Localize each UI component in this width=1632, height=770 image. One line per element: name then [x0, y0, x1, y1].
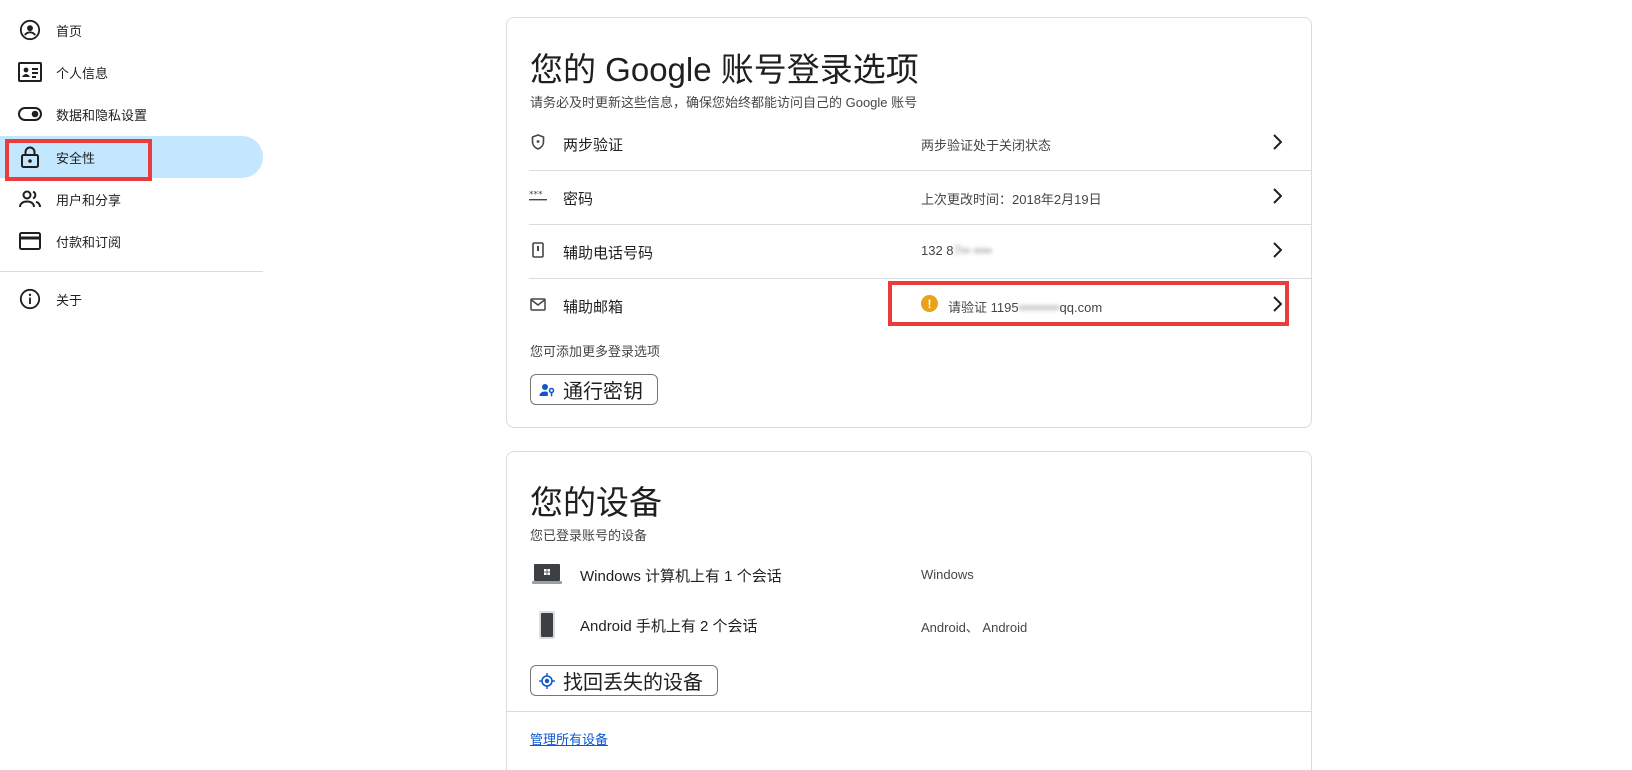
sidebar-item-about[interactable]: 关于 — [0, 278, 263, 320]
sidebar-item-label: 个人信息 — [56, 65, 109, 81]
passkey-button-label: 通行密钥 — [563, 381, 643, 403]
row-password[interactable]: *** 密码 上次更改时间：2018年2月19日 — [507, 170, 1311, 224]
device-label: Android 手机上有 2 个会话 — [580, 618, 758, 635]
row-value: 上次更改时间：2018年2月19日 — [921, 192, 1102, 207]
card-divider — [507, 711, 1311, 712]
chevron-right-icon — [1267, 131, 1287, 153]
signin-options-subtitle: 请务必及时更新这些信息，确保您始终都能访问自己的 Google 账号 — [530, 95, 918, 110]
sidebar-item-label: 首页 — [56, 23, 83, 39]
sidebar-divider — [0, 271, 263, 272]
email-prefix: 请验证 1195 — [948, 300, 1019, 315]
sidebar: 首页 个人信息 数据和隐私设置 安全性 用户和分享 付款和订阅 关于 — [0, 0, 263, 770]
signin-options-card: 您的 Google 账号登录选项 请务必及时更新这些信息，确保您始终都能访问自己… — [506, 17, 1312, 428]
email-suffix: qq.com — [1059, 300, 1103, 315]
sidebar-item-label: 关于 — [56, 292, 83, 308]
device-value: Windows — [921, 567, 974, 582]
device-value: Android、 Android — [921, 620, 1028, 635]
device-label: Windows 计算机上有 1 个会话 — [580, 568, 782, 585]
find-lost-device-button[interactable]: 找回丢失的设备 — [530, 665, 718, 696]
row-value: 两步验证处于关闭状态 — [921, 138, 1052, 153]
devices-card: 您的设备 您已登录账号的设备 Windows 计算机上有 1 个会话 Windo… — [506, 451, 1312, 770]
email-blurred: ••••••••• — [1018, 300, 1060, 315]
sidebar-item-label: 数据和隐私设置 — [56, 107, 148, 123]
phone-prefix: 132 8 — [921, 243, 954, 258]
devices-title: 您的设备 — [530, 484, 662, 521]
row-value: 请验证 1195•••••••••qq.com — [948, 297, 1102, 316]
shield-icon — [529, 133, 547, 151]
credit-card-icon — [18, 229, 42, 253]
password-dots-icon: *** — [529, 187, 547, 205]
lock-icon — [18, 145, 42, 169]
svg-text:***: *** — [529, 191, 543, 200]
chevron-right-icon — [1267, 185, 1287, 207]
mail-icon — [529, 295, 547, 313]
android-phone-icon — [531, 609, 563, 641]
row-label: 两步验证 — [563, 137, 624, 154]
windows-laptop-icon — [531, 558, 563, 590]
chevron-right-icon — [1267, 293, 1287, 315]
info-icon — [18, 287, 42, 311]
sidebar-item-payments[interactable]: 付款和订阅 — [0, 220, 263, 262]
find-lost-device-label: 找回丢失的设备 — [563, 672, 703, 694]
row-label: 密码 — [563, 191, 594, 208]
sidebar-item-data-privacy[interactable]: 数据和隐私设置 — [0, 93, 263, 135]
chevron-right-icon — [1267, 239, 1287, 261]
account-circle-icon — [18, 18, 42, 42]
device-row-android[interactable]: Android 手机上有 2 个会话 Android、 Android — [507, 601, 1311, 647]
row-two-step-verification[interactable]: 两步验证 两步验证处于关闭状态 — [507, 116, 1311, 170]
sidebar-item-label: 安全性 — [56, 150, 96, 166]
locate-icon — [539, 672, 555, 689]
signin-options-title: 您的 Google 账号登录选项 — [530, 51, 919, 88]
sidebar-item-people-sharing[interactable]: 用户和分享 — [0, 178, 263, 220]
sidebar-item-personal-info[interactable]: 个人信息 — [0, 51, 263, 93]
phone-blurred: 7•• •••• — [953, 243, 992, 258]
people-icon — [18, 187, 42, 211]
manage-all-devices-link[interactable]: 管理所有设备 — [530, 729, 608, 748]
row-recovery-phone[interactable]: 辅助电话号码 132 87•• •••• — [507, 224, 1311, 278]
row-label: 辅助电话号码 — [563, 245, 654, 262]
id-card-icon — [18, 60, 42, 84]
sidebar-item-home[interactable]: 首页 — [0, 9, 263, 51]
device-row-windows[interactable]: Windows 计算机上有 1 个会话 Windows — [507, 551, 1311, 597]
row-label: 辅助邮箱 — [563, 299, 624, 316]
phone-icon — [529, 241, 547, 259]
sidebar-item-label: 付款和订阅 — [56, 234, 122, 250]
sidebar-item-label: 用户和分享 — [56, 192, 122, 208]
row-recovery-email[interactable]: 辅助邮箱 ! 请验证 1195•••••••••qq.com — [507, 278, 1311, 332]
toggle-icon — [18, 102, 42, 126]
warning-icon: ! — [921, 295, 938, 312]
devices-subtitle: 您已登录账号的设备 — [530, 528, 648, 543]
passkey-icon — [539, 382, 555, 398]
sidebar-item-security[interactable]: 安全性 — [0, 136, 263, 178]
more-signin-options-text: 您可添加更多登录选项 — [530, 344, 661, 359]
row-value: 132 87•• •••• — [921, 243, 992, 258]
passkey-button[interactable]: 通行密钥 — [530, 374, 658, 405]
